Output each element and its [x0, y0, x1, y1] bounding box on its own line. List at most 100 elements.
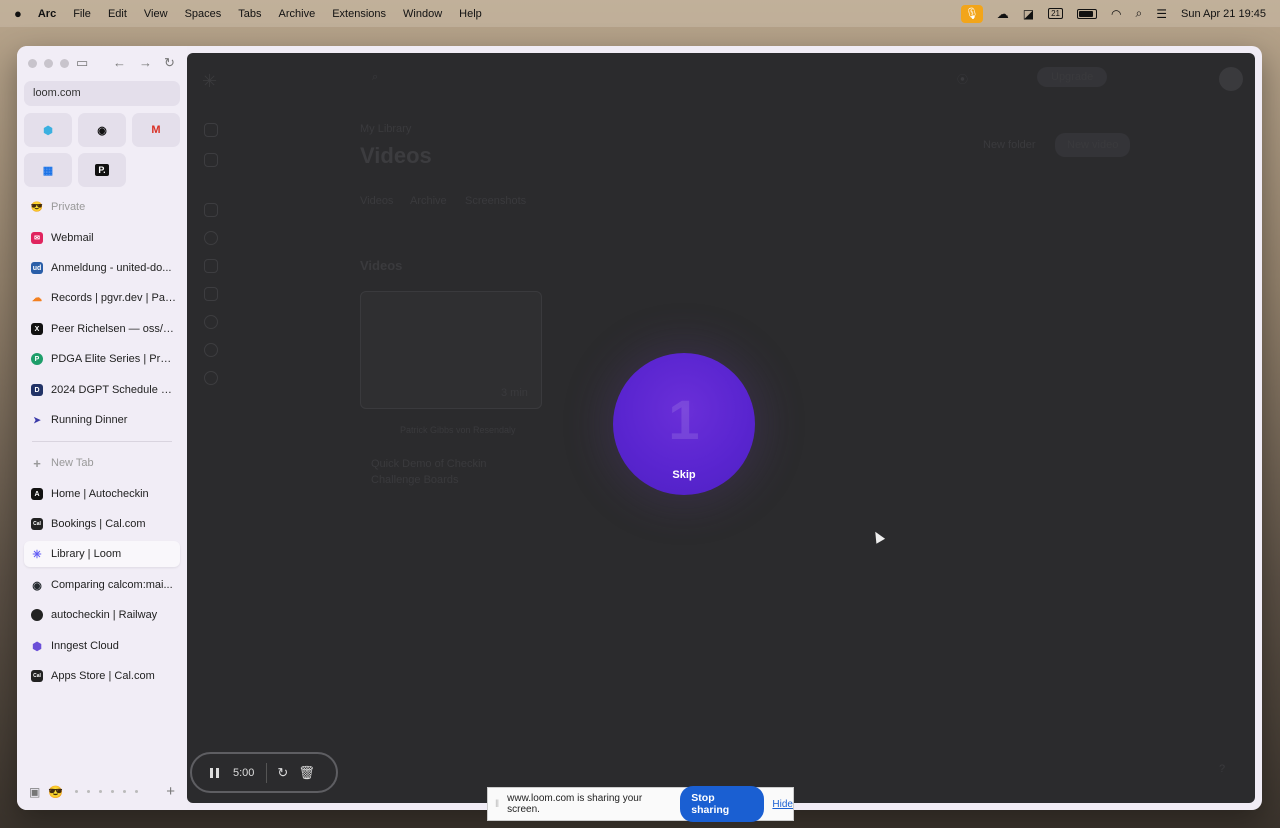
- sidebar-tab-peer[interactable]: X Peer Richelsen — oss/a...: [24, 316, 180, 342]
- sidebar-tab-railway[interactable]: autocheckin | Railway: [24, 602, 180, 628]
- bell-icon[interactable]: [204, 259, 218, 273]
- calendar-icon[interactable]: 21: [1048, 8, 1063, 19]
- close-window-button[interactable]: [28, 59, 37, 68]
- space-private-icon[interactable]: 😎: [48, 785, 63, 799]
- pause-icon[interactable]: [210, 767, 219, 778]
- menu-icon[interactable]: [204, 123, 218, 137]
- tab-label: Home | Autocheckin: [51, 488, 149, 500]
- autocheckin-icon: A: [31, 488, 43, 500]
- drag-handle-icon[interactable]: ‖: [495, 799, 499, 810]
- weather-icon[interactable]: ☁: [997, 7, 1009, 21]
- zoom-window-button[interactable]: [60, 59, 69, 68]
- menu-view[interactable]: View: [144, 8, 168, 20]
- space-dots[interactable]: [75, 790, 139, 793]
- menu-tabs[interactable]: Tabs: [238, 8, 261, 20]
- trash-icon[interactable]: 🗑: [298, 765, 315, 781]
- menu-clock[interactable]: Sun Apr 21 19:45: [1181, 8, 1266, 20]
- clock-icon[interactable]: [204, 315, 218, 329]
- sidebar-tab-anmeldung[interactable]: ud Anmeldung - united-do...: [24, 255, 180, 281]
- tab-screenshots[interactable]: Screenshots: [465, 195, 526, 207]
- tab-videos[interactable]: Videos: [360, 195, 393, 207]
- mouse-cursor-icon: [870, 529, 886, 544]
- new-tab-button[interactable]: + New Tab: [24, 450, 180, 476]
- sidebar-footer: ▣ 😎 +: [29, 783, 175, 800]
- back-icon[interactable]: ←: [113, 55, 126, 70]
- menu-spaces[interactable]: Spaces: [185, 8, 222, 20]
- sidebar-tab-pdga[interactable]: P PDGA Elite Series | Prof...: [24, 346, 180, 372]
- sidebar-tab-comparing[interactable]: ◉ Comparing calcom:mai...: [24, 572, 180, 598]
- pinned-p-icon[interactable]: P.: [78, 153, 126, 187]
- video-title[interactable]: Quick Demo of Checkin Challenge Boards: [371, 456, 511, 488]
- search-icon[interactable]: ⌕: [1135, 6, 1142, 21]
- menu-file[interactable]: File: [73, 8, 91, 20]
- apple-menu-icon[interactable]: ●: [14, 6, 22, 21]
- tab-label: PDGA Elite Series | Prof...: [51, 353, 176, 365]
- wifi-icon[interactable]: ◠: [1111, 7, 1121, 21]
- window-controls[interactable]: [28, 59, 69, 68]
- countdown-circle[interactable]: 1 Skip: [613, 353, 755, 495]
- menu-help[interactable]: Help: [459, 8, 482, 20]
- library-icon[interactable]: [204, 231, 218, 245]
- minimize-window-button[interactable]: [44, 59, 53, 68]
- stop-sharing-button[interactable]: Stop sharing: [680, 786, 765, 822]
- microphone-icon[interactable]: 🎙: [960, 4, 983, 23]
- new-video-button[interactable]: New video: [1055, 133, 1131, 157]
- sidebar-divider: [32, 441, 172, 442]
- cloudflare-icon: ☁: [32, 292, 42, 304]
- url-bar[interactable]: loom.com: [24, 81, 180, 106]
- bookmark-icon[interactable]: [204, 287, 218, 301]
- help-icon[interactable]: ?: [1219, 763, 1225, 775]
- sidebar-tab-bookings[interactable]: Cal Bookings | Cal.com: [24, 511, 180, 537]
- search-icon[interactable]: ⌕: [372, 71, 378, 84]
- menu-app-name[interactable]: Arc: [38, 8, 56, 20]
- restart-icon[interactable]: ↻: [277, 765, 288, 781]
- pinned-gmail-icon[interactable]: M: [132, 113, 180, 147]
- avatar[interactable]: [1219, 67, 1243, 91]
- video-thumbnail[interactable]: 3 min: [360, 291, 542, 409]
- countdown-number: 1: [668, 387, 700, 451]
- home-icon[interactable]: [204, 203, 218, 217]
- upgrade-button[interactable]: Upgrade: [1037, 67, 1108, 87]
- pinned-github-icon[interactable]: ◉: [78, 113, 126, 147]
- new-tab-label: New Tab: [51, 457, 94, 469]
- loom-logo-icon[interactable]: ✳: [202, 71, 217, 92]
- sidebar-tab-loom[interactable]: ✳ Library | Loom: [24, 541, 180, 567]
- plus-icon: +: [33, 455, 41, 471]
- tab-label: Peer Richelsen — oss/a...: [51, 323, 176, 335]
- new-folder-button[interactable]: New folder: [983, 139, 1036, 151]
- sidebar-tab-running-dinner[interactable]: ➤ Running Dinner: [24, 407, 180, 433]
- forward-icon[interactable]: →: [139, 55, 152, 70]
- tab-label: Inngest Cloud: [51, 640, 119, 652]
- video-duration: 3 min: [501, 387, 528, 399]
- globe-icon[interactable]: [204, 343, 218, 357]
- add-space-icon[interactable]: +: [166, 783, 175, 800]
- notification-icon[interactable]: ◪: [1023, 7, 1034, 21]
- archive-icon[interactable]: ▣: [29, 785, 40, 799]
- sidebar-tab-records[interactable]: ☁ Records | pgvr.dev | Pat...: [24, 285, 180, 311]
- sidebar-item-private[interactable]: 😎 Private: [24, 194, 180, 220]
- menu-extensions[interactable]: Extensions: [332, 8, 386, 20]
- sidebar-tab-webmail[interactable]: ✉ Webmail: [24, 225, 180, 251]
- breadcrumb[interactable]: My Library: [360, 123, 411, 135]
- tab-archive[interactable]: Archive: [410, 195, 447, 207]
- pinned-calendar-icon[interactable]: ▦: [24, 153, 72, 187]
- plus-icon[interactable]: [204, 153, 218, 167]
- settings-icon[interactable]: [204, 371, 218, 385]
- menu-window[interactable]: Window: [403, 8, 442, 20]
- sidebar-tab-inngest[interactable]: ⬢ Inngest Cloud: [24, 633, 180, 659]
- record-button[interactable]: ⦿: [957, 71, 968, 87]
- sidebar-toggle-icon[interactable]: ▭: [76, 55, 88, 71]
- battery-icon[interactable]: [1077, 8, 1097, 19]
- pinned-app-icon[interactable]: ⬢: [24, 113, 72, 147]
- video-author: Patrick Gibbs von Resendaly: [400, 425, 516, 435]
- reload-icon[interactable]: ↻: [164, 55, 175, 71]
- hide-link[interactable]: Hide: [772, 799, 793, 810]
- control-center-icon[interactable]: ☰: [1156, 7, 1167, 21]
- tab-label: Running Dinner: [51, 414, 128, 426]
- sidebar-tab-dgpt[interactable]: D 2024 DGPT Schedule S...: [24, 377, 180, 403]
- sidebar-tab-apps-store[interactable]: Cal Apps Store | Cal.com: [24, 663, 180, 689]
- sidebar-tab-autocheckin[interactable]: A Home | Autocheckin: [24, 481, 180, 507]
- skip-button[interactable]: Skip: [672, 469, 695, 481]
- menu-edit[interactable]: Edit: [108, 8, 127, 20]
- menu-archive[interactable]: Archive: [279, 8, 316, 20]
